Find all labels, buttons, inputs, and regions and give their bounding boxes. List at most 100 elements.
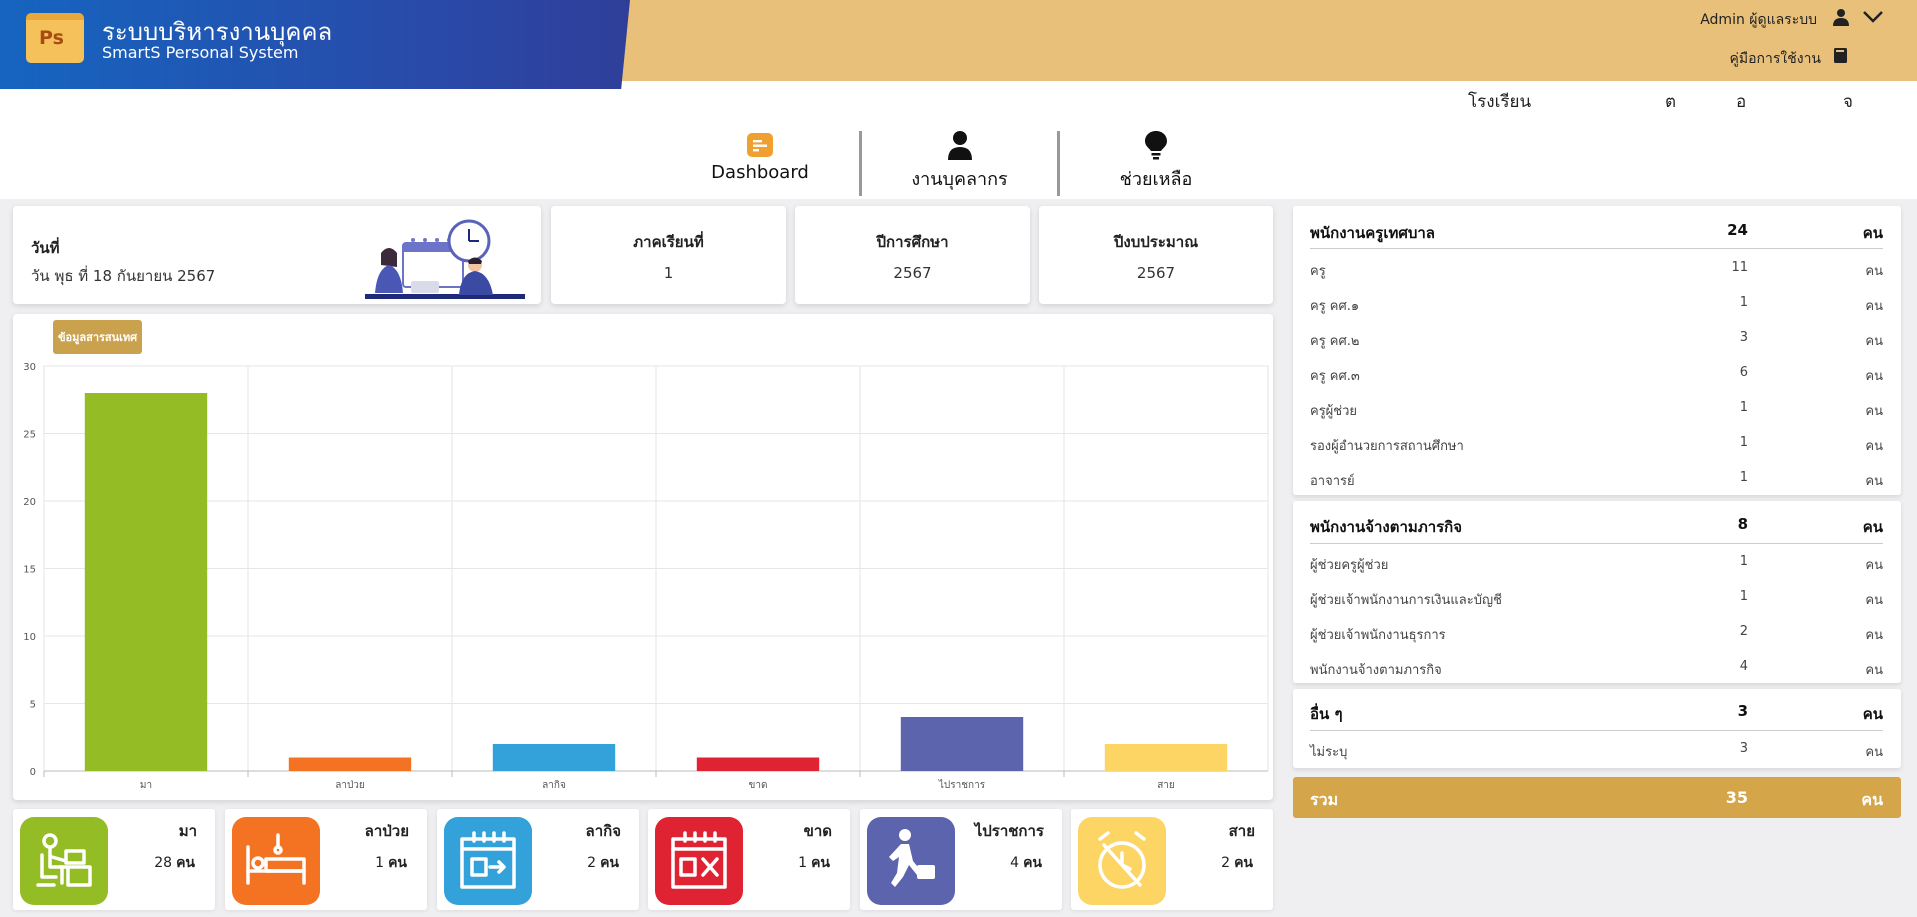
status-label: ลาป่วย [364,822,409,840]
semester-card: ภาคเรียนที่ 1 [551,206,786,304]
staff-unit: คน [1865,264,1883,279]
date-value: วัน พุธ ที่ 18 กันยายน 2567 [31,267,216,285]
staff-name: ครู คศ.๓ [1310,369,1360,384]
status-count: 1 คน [798,852,830,874]
staff-count: 6 [1739,365,1748,380]
admin-menu[interactable]: Admin ผู้ดูแลระบบ [1700,9,1817,31]
y-tick-label: 30 [23,362,36,373]
x-tick-label: ขาด [749,780,768,791]
group-title: พนักงานจ้างตามภารกิจ [1310,518,1463,536]
y-tick-label: 25 [23,430,36,441]
calendar-leave-icon [444,817,532,905]
status-count: 4 คน [1010,852,1042,874]
bar [900,717,1024,771]
x-tick-label: ลากิจ [542,780,566,791]
count-value: 28 [154,855,173,871]
status-card-present[interactable]: มา 28 คน [13,809,215,910]
staff-unit: คน [1865,558,1883,573]
y-tick-label: 15 [23,565,36,576]
y-tick-label: 20 [23,497,36,508]
staff-name: อาจารย์ [1310,474,1355,489]
dashboard-icon [747,133,773,157]
count-unit: คน [811,855,830,871]
user-icon[interactable] [1832,8,1850,26]
fiscal-year-title: ปีงบประมาณ [1113,233,1199,251]
staff-name: ไม่ระบุ [1310,745,1348,760]
group-header: อื่น ๆ 3 คน [1310,702,1883,723]
chart-card: ข้อมูลสารสนเทศ 0 5 10 15 20 25 30 มา ลาป่วย ลากิจ… [13,314,1273,800]
date-card: วันที่ วัน พุธ ที่ 18 กันยายน 2567 [13,206,541,304]
bar [288,757,412,771]
group-unit: คน [1862,518,1883,536]
group-unit: คน [1862,705,1883,723]
lightbulb-icon [1145,131,1167,160]
divider [1310,248,1883,249]
nav-dashboard[interactable]: Dashboard [706,128,814,183]
count-unit: คน [1234,855,1253,871]
y-tick-label: 5 [30,700,36,711]
school-province: จ [1843,92,1853,112]
x-tick-label: ไปราชการ [938,779,986,791]
nav-help[interactable]: ช่วยเหลือ [1108,128,1204,193]
count-unit: คน [176,855,195,871]
staff-name: ครูผู้ช่วย [1310,404,1358,419]
sick-bed-icon [232,817,320,905]
group-header: พนักงานจ้างตามภารกิจ 8 คน [1310,515,1883,536]
status-card-late[interactable]: สาย 2 คน [1071,809,1273,910]
staff-name: ผู้ช่วยเจ้าพนักงานธุรการ [1310,628,1446,643]
group-count: 8 [1737,515,1748,533]
staff-count: 1 [1739,554,1748,569]
x-tick-label: สาย [1157,780,1175,791]
academic-year-title: ปีการศึกษา [876,233,949,251]
staff-unit: คน [1865,663,1883,678]
bar [696,757,820,771]
count-value: 2 [1221,855,1231,871]
status-card-personal-leave[interactable]: ลากิจ 2 คน [437,809,639,910]
staff-count: 1 [1739,435,1748,450]
bar [84,393,208,771]
staff-name: ครู [1310,264,1326,279]
count-value: 1 [798,855,808,871]
status-label: มา [178,822,197,840]
group-header: พนักงานครูเทศบาล 24 คน [1310,221,1883,242]
school-sub-district: ต [1665,92,1677,112]
staff-count: 3 [1739,741,1748,756]
group-count: 24 [1727,221,1748,239]
nav-label: งานบุคลากร [911,169,1008,190]
status-card-absent[interactable]: ขาด 1 คน [648,809,850,910]
y-tick-label: 0 [30,767,36,778]
group-title: อื่น ๆ [1310,705,1343,723]
nav-personnel[interactable]: งานบุคลากร [897,128,1022,193]
status-count: 2 คน [1221,852,1253,874]
chevron-down-icon[interactable] [1862,8,1884,26]
staff-count: 1 [1739,400,1748,415]
staff-row: ครู คศ.๓ 6 คน [1310,365,1883,385]
school-label: โรงเรียน [1468,92,1532,112]
bar [492,744,616,771]
status-card-official-duty[interactable]: ไปราชการ 4 คน [860,809,1062,910]
staff-row: ครู 11 คน [1310,260,1883,280]
staff-group-other: อื่น ๆ 3 คน ไม่ระบุ 3 คน [1293,689,1901,768]
total-label: รวม [1310,790,1339,809]
semester-value: 1 [663,264,674,282]
status-label: สาย [1228,822,1255,840]
total-unit: คน [1861,790,1883,809]
academic-year-value: 2567 [893,264,932,282]
status-card-sick-leave[interactable]: ลาป่วย 1 คน [225,809,427,910]
book-icon[interactable] [1833,47,1848,64]
staff-group-municipal-teachers: พนักงานครูเทศบาล 24 คน ครู 11 คน ครู คศ.๑ 1… [1293,206,1901,495]
total-count: 35 [1725,788,1748,807]
staff-count: 2 [1739,624,1748,639]
staff-name: ครู คศ.๑ [1310,299,1360,314]
app-subtitle: SmartS Personal System [102,43,299,62]
status-label: ลากิจ [585,822,622,840]
staff-row: ไม่ระบุ 3 คน [1310,741,1883,761]
staff-row: อาจารย์ 1 คน [1310,470,1883,490]
staff-name: ผู้ช่วยเจ้าพนักงานการเงินและบัญชี [1310,593,1502,608]
staff-count: 1 [1739,470,1748,485]
user-manual-link[interactable]: คู่มือการใช้งาน [1730,48,1821,70]
divider [1310,543,1883,544]
group-count: 3 [1737,702,1748,720]
staff-unit: คน [1865,745,1883,760]
academic-year-card: ปีการศึกษา 2567 [795,206,1030,304]
